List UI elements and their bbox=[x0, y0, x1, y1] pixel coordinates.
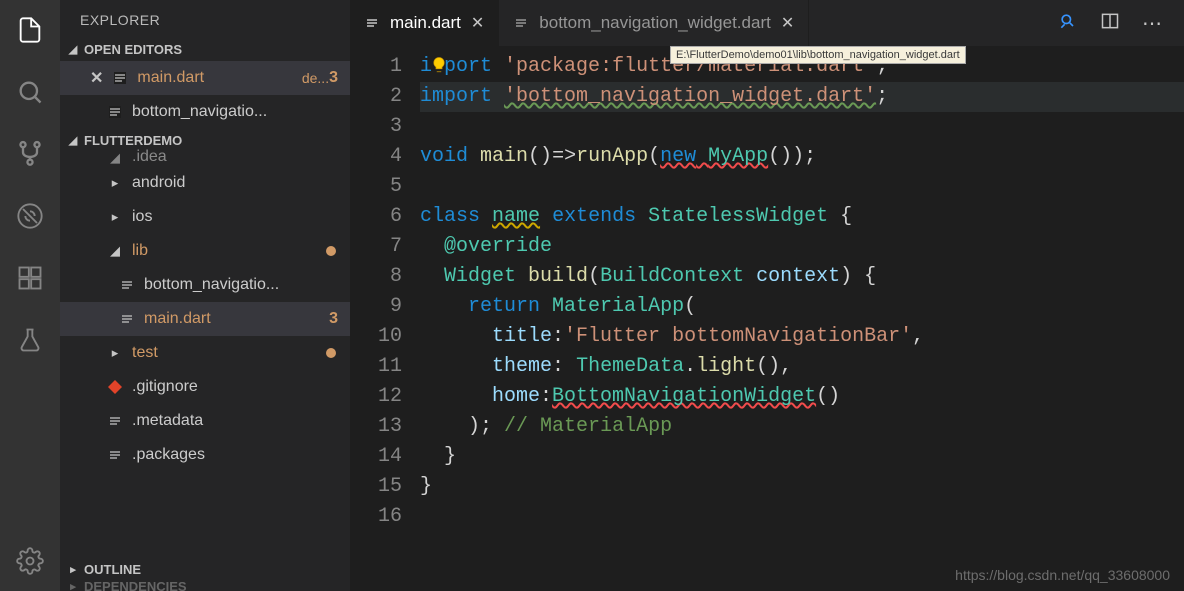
settings-gear-icon[interactable] bbox=[14, 545, 46, 577]
code-line[interactable]: home:BottomNavigationWidget() bbox=[420, 382, 1184, 412]
close-icon[interactable]: ✕ bbox=[781, 13, 794, 33]
search-icon[interactable] bbox=[14, 76, 46, 108]
outline-header[interactable]: ▸ OUTLINE bbox=[60, 558, 350, 581]
editor-group: main.dart ✕ bottom_navigation_widget.dar… bbox=[350, 0, 1184, 591]
code-line[interactable]: Widget build(BuildContext context) { bbox=[420, 262, 1184, 292]
file-item[interactable]: .gitignore bbox=[60, 370, 350, 404]
open-editor-item[interactable]: bottom_navigatio... bbox=[60, 95, 350, 129]
dart-file-icon bbox=[364, 15, 380, 31]
modified-dot bbox=[326, 246, 336, 256]
dependencies-header[interactable]: ▸ DEPENDENCIES bbox=[60, 581, 350, 591]
line-gutter: 12345678910111213141516 bbox=[350, 52, 420, 591]
extensions-icon[interactable] bbox=[14, 262, 46, 294]
file-icon bbox=[106, 447, 124, 463]
chevron-down-icon: ◢ bbox=[68, 43, 78, 56]
explorer-title: EXPLORER bbox=[60, 0, 350, 38]
code-line[interactable]: @override bbox=[420, 232, 1184, 262]
file-item[interactable]: bottom_navigatio... bbox=[60, 268, 350, 302]
tab-bottom-nav-widget[interactable]: bottom_navigation_widget.dart ✕ bbox=[499, 0, 809, 46]
more-icon[interactable]: ⋯ bbox=[1142, 11, 1162, 36]
split-editor-icon[interactable] bbox=[1100, 11, 1120, 36]
code-line[interactable] bbox=[420, 172, 1184, 202]
explorer-icon[interactable] bbox=[14, 14, 46, 46]
dart-file-icon bbox=[106, 104, 124, 120]
modified-dot bbox=[326, 348, 336, 358]
code-line[interactable] bbox=[420, 502, 1184, 532]
watermark: https://blog.csdn.net/qq_33608000 bbox=[955, 567, 1170, 583]
tab-main-dart[interactable]: main.dart ✕ bbox=[350, 0, 499, 46]
open-editor-item[interactable]: ✕ main.dart de... 3 bbox=[60, 61, 350, 95]
code-editor[interactable]: 12345678910111213141516 i port 'package:… bbox=[350, 46, 1184, 591]
activity-bar bbox=[0, 0, 60, 591]
close-icon[interactable]: ✕ bbox=[471, 13, 484, 33]
file-item[interactable]: .metadata bbox=[60, 404, 350, 438]
file-item[interactable]: .packages bbox=[60, 438, 350, 472]
dart-file-icon bbox=[513, 15, 529, 31]
file-item[interactable]: main.dart3 bbox=[60, 302, 350, 336]
file-icon bbox=[106, 379, 124, 395]
code-line[interactable]: ); // MaterialApp bbox=[420, 412, 1184, 442]
code-line[interactable]: } bbox=[420, 472, 1184, 502]
tab-bar: main.dart ✕ bottom_navigation_widget.dar… bbox=[350, 0, 1184, 46]
source-control-icon[interactable] bbox=[14, 138, 46, 170]
lightbulb-icon[interactable] bbox=[430, 55, 448, 85]
code-line[interactable]: } bbox=[420, 442, 1184, 472]
file-icon bbox=[106, 413, 124, 429]
code-line[interactable]: class name extends StatelessWidget { bbox=[420, 202, 1184, 232]
code-line[interactable] bbox=[420, 112, 1184, 142]
folder-item[interactable]: ▸test bbox=[60, 336, 350, 370]
folder-item[interactable]: ◢lib bbox=[60, 234, 350, 268]
folder-item[interactable]: ◢.idea bbox=[60, 152, 350, 166]
explorer-sidebar: EXPLORER ◢ OPEN EDITORS ✕ main.dart de..… bbox=[60, 0, 350, 591]
code-line[interactable]: return MaterialApp( bbox=[420, 292, 1184, 322]
code-line[interactable]: theme: ThemeData.light(), bbox=[420, 352, 1184, 382]
dart-file-icon bbox=[111, 70, 129, 86]
find-replace-icon[interactable] bbox=[1058, 11, 1078, 36]
folder-item[interactable]: ▸ios bbox=[60, 200, 350, 234]
path-tooltip: E:\FlutterDemo\demo01\lib\bottom_navigat… bbox=[670, 46, 966, 64]
code-line[interactable]: import 'bottom_navigation_widget.dart'; bbox=[420, 82, 1184, 112]
chevron-down-icon: ◢ bbox=[106, 243, 124, 259]
chevron-down-icon: ◢ bbox=[68, 134, 78, 147]
code-line[interactable]: title:'Flutter bottomNavigationBar', bbox=[420, 322, 1184, 352]
chevron-right-icon: ▸ bbox=[106, 209, 124, 225]
chevron-right-icon: ▸ bbox=[68, 581, 78, 591]
chevron-right-icon: ▸ bbox=[106, 345, 124, 361]
chevron-right-icon: ▸ bbox=[106, 175, 124, 191]
flask-icon[interactable] bbox=[14, 324, 46, 356]
chevron-down-icon: ◢ bbox=[106, 150, 124, 166]
debug-icon[interactable] bbox=[14, 200, 46, 232]
file-icon bbox=[118, 311, 136, 327]
folder-item[interactable]: ▸android bbox=[60, 166, 350, 200]
chevron-right-icon: ▸ bbox=[68, 563, 78, 576]
code-line[interactable]: void main()=>runApp(new MyApp()); bbox=[420, 142, 1184, 172]
open-editors-header[interactable]: ◢ OPEN EDITORS bbox=[60, 38, 350, 61]
file-icon bbox=[118, 277, 136, 293]
close-icon[interactable]: ✕ bbox=[90, 68, 103, 88]
